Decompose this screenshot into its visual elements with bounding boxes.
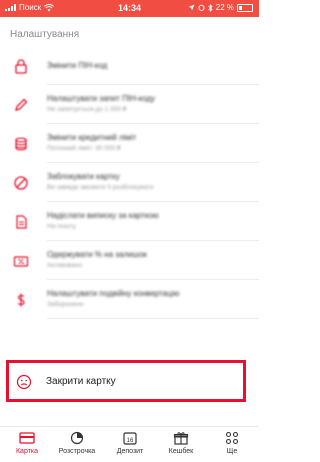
- gift-icon: [173, 432, 189, 445]
- settings-item-label: Налаштувати подвійну конвертацію: [47, 289, 180, 298]
- pie-chart-icon: [70, 431, 84, 445]
- settings-item-sub: Не запитується до 1 000 ₴: [47, 106, 127, 113]
- tab-label: Розстрочка: [58, 448, 96, 455]
- close-card-label: Закрити картку: [46, 376, 116, 387]
- tab-deposit[interactable]: 16 Депозит: [105, 431, 155, 455]
- settings-item-block-card[interactable]: Заблокувати картку Ви завжди зможете її р…: [0, 163, 259, 202]
- settings-item-sub: На пошту: [47, 223, 76, 230]
- settings-item-label: Одержувати % на залишок: [47, 250, 147, 259]
- sad-face-icon: [16, 374, 32, 390]
- alarm-icon: [198, 4, 205, 11]
- page-title: Налаштування: [10, 29, 80, 40]
- location-icon: [188, 4, 195, 11]
- settings-item-label: Заблокувати картку: [47, 172, 120, 181]
- document-icon: [16, 215, 27, 229]
- coins-icon: [15, 137, 27, 151]
- settings-item-sub: Ви завжди зможете її розблокувати: [47, 184, 154, 191]
- settings-item-sub: Поточний ліміт: 30 000 ₴: [47, 145, 121, 152]
- settings-item-pin-request[interactable]: Налаштувати запит ПІН-коду Не запитується…: [0, 85, 259, 124]
- percent-card-icon: [13, 256, 29, 267]
- settings-item-statement[interactable]: Надіслати виписку за карткою На пошту: [0, 202, 259, 241]
- settings-item-credit-limit[interactable]: Змінити кредитний ліміт Поточний ліміт: 3…: [0, 124, 259, 163]
- settings-item-sub: Заборонено: [47, 301, 84, 308]
- tab-label: Депозит: [116, 448, 144, 455]
- status-bar: Поиск 14:34 22 %: [0, 0, 259, 17]
- settings-item-label: Змінити кредитний ліміт: [47, 133, 137, 142]
- tab-bar: Картка Розстрочка 16 Депозит Кешбек Ще: [0, 426, 259, 462]
- tab-installments[interactable]: Розстрочка: [52, 431, 102, 455]
- tab-more[interactable]: Ще: [207, 431, 257, 455]
- lock-icon: [15, 59, 27, 74]
- tab-card[interactable]: Картка: [2, 431, 52, 455]
- battery-icon: [237, 3, 253, 12]
- status-right: 22 %: [188, 3, 253, 12]
- tab-label: Ще: [226, 448, 238, 455]
- settings-item-change-pin[interactable]: Змінити ПІН-код: [0, 46, 259, 85]
- settings-item-label: Надіслати виписку за карткою: [47, 211, 159, 220]
- tab-label: Кешбек: [168, 448, 194, 455]
- tab-label: Картка: [15, 448, 39, 455]
- close-card-button[interactable]: Закрити картку: [6, 360, 246, 402]
- card-icon: [19, 432, 35, 444]
- bluetooth-icon: [207, 3, 213, 12]
- block-icon: [14, 176, 28, 190]
- settings-item-conversion[interactable]: Налаштувати подвійну конвертацію Забороне…: [0, 280, 259, 319]
- calendar-icon: 16: [123, 432, 137, 445]
- svg-text:16: 16: [127, 438, 134, 444]
- battery-percent: 22 %: [215, 3, 234, 12]
- settings-item-interest[interactable]: Одержувати % на залишок Активовано: [0, 241, 259, 280]
- dollar-icon: [17, 293, 25, 307]
- more-icon: [225, 431, 239, 445]
- settings-list: Змінити ПІН-код Налаштувати запит ПІН-ко…: [0, 46, 259, 319]
- settings-item-sub: Активовано: [47, 262, 83, 269]
- tab-cashback[interactable]: Кешбек: [156, 431, 206, 455]
- settings-item-label: Змінити ПІН-код: [47, 61, 108, 70]
- pencil-icon: [15, 98, 28, 111]
- settings-item-label: Налаштувати запит ПІН-коду: [47, 94, 156, 103]
